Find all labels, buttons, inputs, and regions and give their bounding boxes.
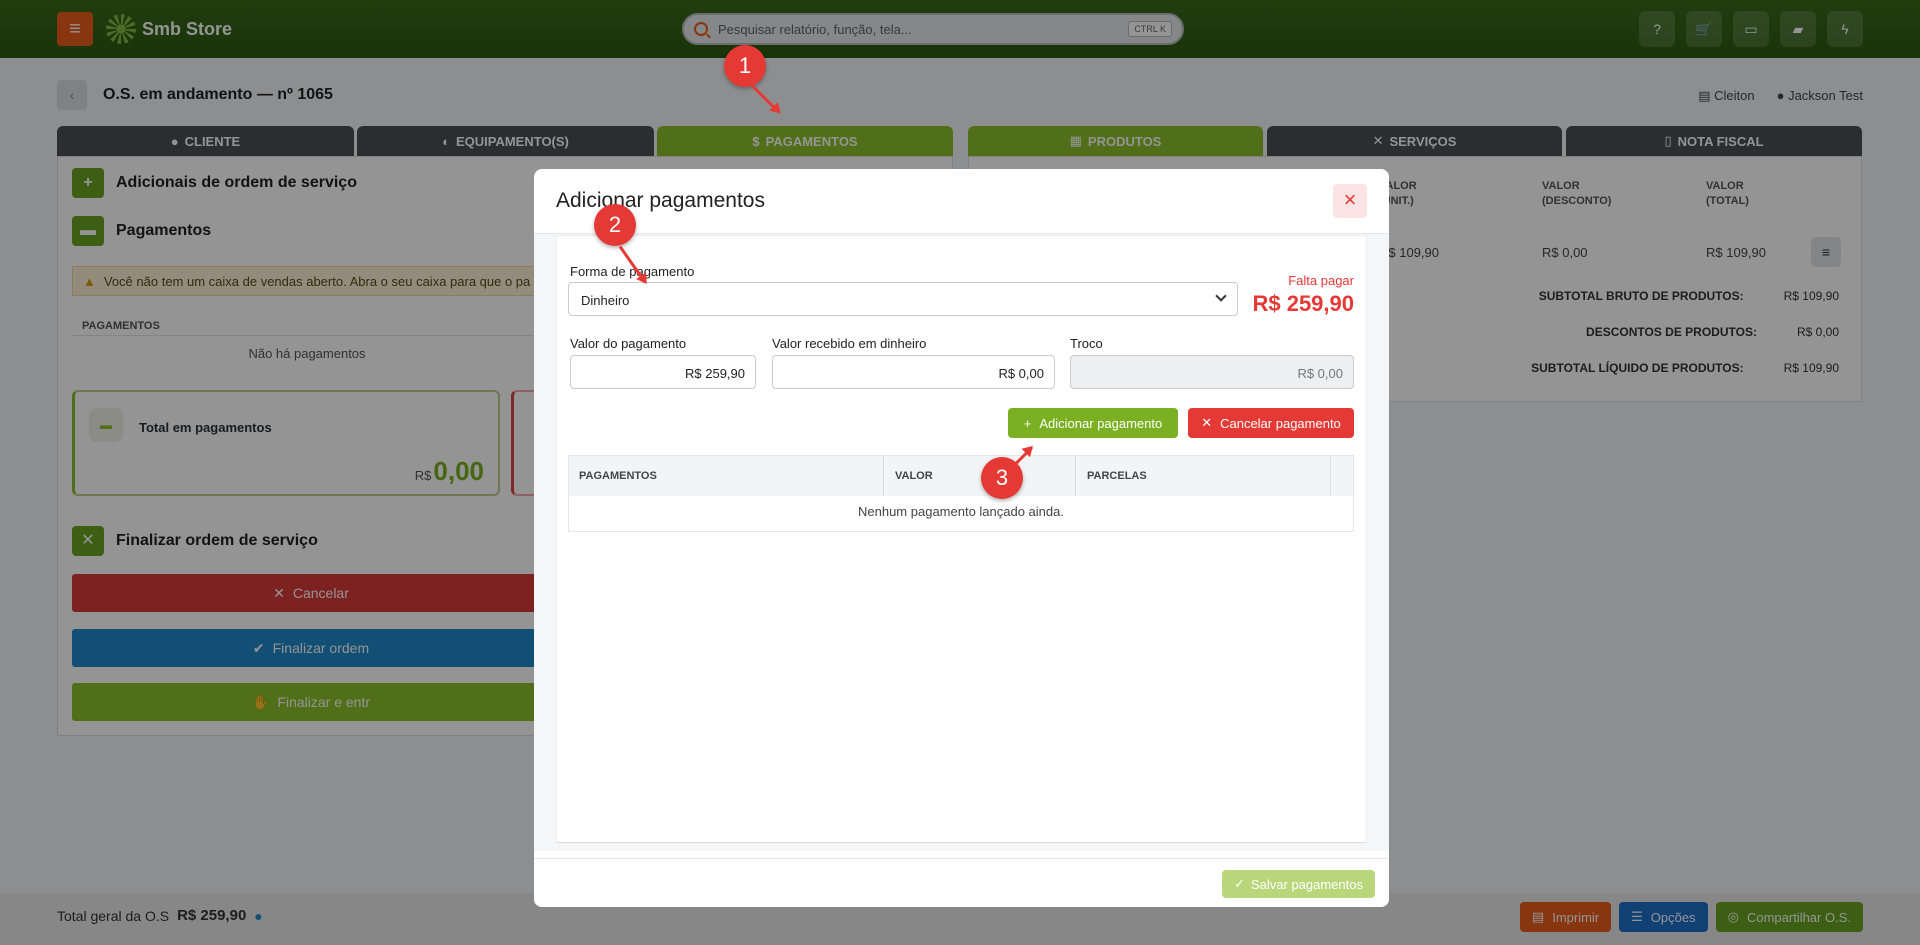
adicionar-pagamentos-modal: Adicionar pagamentos × Forma de pagament… [534, 169, 1389, 907]
salvar-pagamentos-label: Salvar pagamentos [1250, 876, 1363, 892]
col-parcelas: PARCELAS [1087, 470, 1147, 482]
modal-title: Adicionar pagamentos [556, 189, 765, 212]
plus-icon: + [1023, 415, 1032, 431]
falta-pagar-value: R$ 259,90 [1252, 291, 1354, 316]
pagamentos-table-header-row: PAGAMENTOS VALOR PARCELAS [569, 456, 1353, 496]
valor-pagamento-input[interactable]: R$ 259,90 [570, 355, 756, 389]
valor-label: Valor do pagamento [570, 336, 687, 351]
x-icon: ✕ [1201, 415, 1213, 430]
modal-body [556, 235, 1367, 843]
forma-pagamento-select[interactable]: Dinheiro [568, 282, 1238, 316]
pagamentos-table: PAGAMENTOS VALOR PARCELAS Nenhum pagamen… [568, 455, 1354, 532]
step-marker-1: 1 [724, 45, 766, 87]
cancelar-pagamento-label: Cancelar pagamento [1220, 415, 1341, 431]
forma-value: Dinheiro [581, 293, 630, 308]
chevron-down-icon [1215, 290, 1227, 302]
step-marker-2: 2 [594, 204, 636, 246]
adicionar-pagamento-label: Adicionar pagamento [1039, 415, 1163, 431]
falta-pagar-label: Falta pagar [1288, 273, 1354, 288]
recebido-label: Valor recebido em dinheiro [772, 336, 927, 351]
salvar-pagamentos-button[interactable]: ✓ Salvar pagamentos [1222, 870, 1375, 898]
troco-input: R$ 0,00 [1070, 355, 1354, 389]
pagamentos-table-empty: Nenhum pagamento lançado ainda. [858, 504, 1064, 519]
modal-footer: ✓ Salvar pagamentos [534, 858, 1389, 907]
troco-label: Troco [1070, 336, 1103, 351]
check-icon: ✓ [1234, 876, 1245, 891]
valor-recebido-input[interactable]: R$ 0,00 [772, 355, 1055, 389]
adicionar-pagamento-button[interactable]: + Adicionar pagamento [1008, 408, 1178, 438]
col-valor: VALOR [895, 470, 933, 482]
cancelar-pagamento-button[interactable]: ✕ Cancelar pagamento [1188, 408, 1354, 438]
close-icon[interactable]: × [1333, 184, 1367, 218]
col-pagamentos: PAGAMENTOS [579, 470, 657, 482]
